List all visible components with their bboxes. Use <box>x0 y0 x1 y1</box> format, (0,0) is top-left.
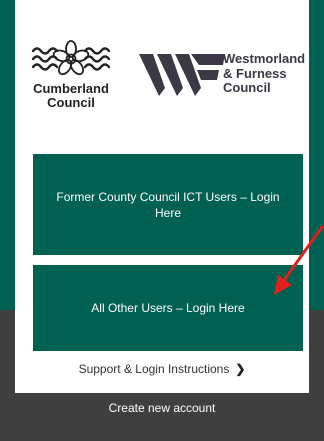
ict-users-login-button[interactable]: Former County Council ICT Users – Login … <box>33 154 303 255</box>
support-login-instructions-link[interactable]: Support & Login Instructions ❯ <box>15 362 309 376</box>
support-link-label: Support & Login Instructions <box>78 362 230 376</box>
cumberland-council-logo: Cumberland Council <box>29 40 113 116</box>
westmorland-logo-line1: Westmorland <box>223 51 306 66</box>
create-new-account-link[interactable]: Create new account <box>109 401 216 415</box>
westmorland-wf-mark-icon <box>139 54 225 96</box>
red-annotation-arrow-icon <box>274 225 324 295</box>
footer-bar: Create new account <box>0 393 324 423</box>
login-card: Cumberland Council Westmorland & Furness… <box>15 0 309 393</box>
cumberland-flower-waves-icon <box>31 40 111 76</box>
logo-header: Cumberland Council Westmorland & Furness… <box>15 0 309 140</box>
other-users-login-button[interactable]: All Other Users – Login Here <box>33 265 303 351</box>
westmorland-logo-line2: & Furness <box>223 65 287 81</box>
cumberland-logo-line2: Council <box>47 95 95 110</box>
westmorland-furness-council-logo: Westmorland & Furness Council <box>139 51 309 100</box>
chevron-right-icon: ❯ <box>235 362 246 376</box>
westmorland-logo-line3: Council <box>223 80 271 95</box>
cumberland-logo-line1: Cumberland <box>33 81 109 96</box>
